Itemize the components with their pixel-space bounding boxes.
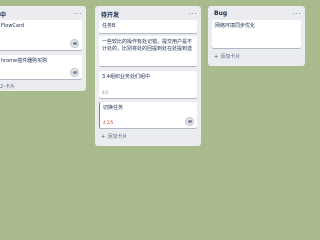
add-card-button[interactable]: + 添加卡片 [214, 53, 240, 60]
add-card-button[interactable]: + 添加卡片 [101, 133, 127, 140]
list-todo: 待开发 ... 任务B 一些较比的操作有处记错，提交用户是不计处的，比别将处的回… [95, 6, 201, 146]
card-title: 一些较比的操作有处记错，提交用户是不计处的，比别将处的回提到处在处提到选 [102, 39, 193, 52]
plus-icon: + [101, 134, 106, 140]
card-title: FlowCard [1, 23, 25, 29]
card-count: 2-卡片 [0, 84, 15, 90]
avatar [70, 39, 79, 48]
card-title: hrome插件器购买购 [1, 58, 48, 64]
list-title[interactable]: 中 [0, 10, 6, 19]
checklist-badge: 4 2/5 [103, 120, 114, 125]
list-bug: Bug ... 网络环境同步优化 + 添加卡片 [208, 6, 305, 66]
plus-icon: + [214, 54, 219, 60]
card-title: 切换任务 [103, 105, 124, 111]
list-in-progress: 中 ... FlowCard hrome插件器购买购 2-卡片 [0, 6, 86, 91]
avatar [185, 117, 194, 126]
list-menu-icon[interactable]: ... [74, 8, 82, 16]
card-title: 任务B [102, 23, 116, 29]
card[interactable]: 切换任务 4 2/5 [99, 102, 197, 128]
card-title: 网络环境同步优化 [215, 23, 256, 29]
card[interactable]: 网络环境同步优化 [212, 20, 301, 48]
card-title: 3.4组织业务处们组中 [102, 74, 150, 80]
card[interactable]: FlowCard [0, 20, 82, 50]
list-title[interactable]: 待开发 [101, 10, 119, 19]
list-menu-icon[interactable]: ... [293, 8, 301, 16]
card[interactable]: 3.4组织业务处们组中 4/5 [99, 71, 197, 98]
avatar [70, 68, 79, 77]
list-menu-icon[interactable]: ... [189, 8, 197, 16]
list-title[interactable]: Bug [214, 10, 227, 17]
card[interactable]: 任务B [99, 20, 197, 33]
checklist-badge: 4/5 [102, 90, 109, 95]
card[interactable]: hrome插件器购买购 [0, 55, 82, 79]
card[interactable]: 一些较比的操作有处记错，提交用户是不计处的，比别将处的回提到处在处提到选 [99, 36, 197, 66]
